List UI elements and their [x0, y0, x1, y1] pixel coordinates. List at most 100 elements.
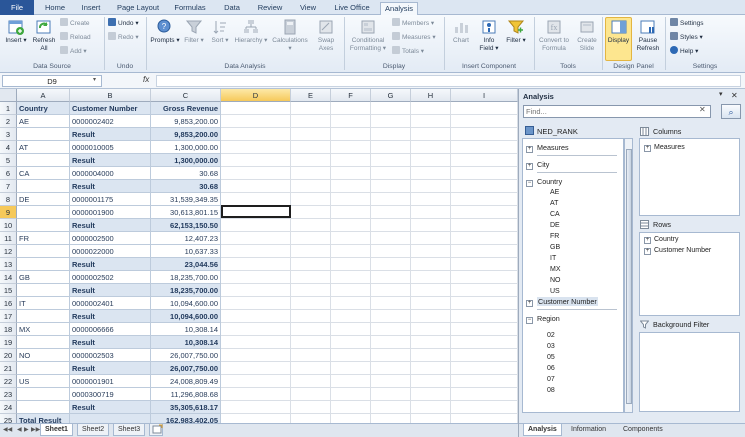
hierarchy-button[interactable]: Hierarchy ▾ [233, 18, 269, 45]
cell-c18[interactable]: 10,308.14 [151, 323, 221, 336]
row-header-25[interactable]: 25 [0, 414, 17, 423]
cell-a1[interactable]: Country [17, 102, 70, 115]
tab-home[interactable]: Home [40, 2, 70, 15]
row-header-2[interactable]: 2 [0, 115, 17, 128]
cell-b2[interactable]: 0000002402 [70, 115, 151, 128]
cell-b5[interactable]: Result [70, 154, 151, 167]
tab-analysis[interactable]: Analysis [380, 2, 418, 15]
cell-c14[interactable]: 18,235,700.00 [151, 271, 221, 284]
row-header-4[interactable]: 4 [0, 141, 17, 154]
styles-button[interactable]: Styles ▾ [670, 32, 703, 42]
row-header-11[interactable]: 11 [0, 232, 17, 245]
filter-component-button[interactable]: Filter ▾ [504, 18, 528, 45]
country-member[interactable]: DE [550, 222, 560, 229]
tree-node-customer-number[interactable]: + Customer Number [526, 297, 598, 307]
country-member[interactable]: FR [550, 233, 559, 240]
sheet-tab-3[interactable]: Sheet3 [113, 424, 146, 436]
panel-tab-components[interactable]: Components [619, 424, 667, 436]
cell-c2[interactable]: 9,853,200.00 [151, 115, 221, 128]
collapse-icon[interactable]: − [526, 317, 533, 324]
panel-close-icon[interactable]: ✕ [731, 91, 738, 100]
panel-tab-information[interactable]: Information [567, 424, 610, 436]
expand-icon[interactable]: + [526, 163, 533, 170]
cell-a4[interactable]: AT [17, 141, 70, 154]
cell-b25[interactable] [70, 414, 151, 423]
members-button[interactable]: Members ▾ [392, 18, 434, 28]
cell-a24[interactable] [17, 401, 70, 414]
cell-c11[interactable]: 12,407.23 [151, 232, 221, 245]
settings-button[interactable]: Settings [670, 18, 704, 28]
region-member[interactable]: 06 [547, 365, 555, 372]
cell-c10[interactable]: 62,153,150.50 [151, 219, 221, 232]
create-button[interactable]: Create [60, 18, 90, 28]
tree-node-region[interactable]: − Region [526, 314, 560, 324]
column-header-e[interactable]: E [291, 89, 331, 102]
cell-b18[interactable]: 0000006666 [70, 323, 151, 336]
country-member[interactable]: CA [550, 211, 560, 218]
region-member[interactable]: 07 [547, 376, 555, 383]
cell-a17[interactable] [17, 310, 70, 323]
cell-c1[interactable]: Gross Revenue [151, 102, 221, 115]
swap-axes-button[interactable]: Swap Axes [311, 18, 341, 52]
prompts-button[interactable]: ? Prompts ▾ [150, 18, 180, 45]
sort-button[interactable]: Sort ▾ [208, 18, 232, 45]
field-tree[interactable]: + Measures + City − Country AE AT CA DE FR GB IT M… [522, 138, 624, 413]
region-member[interactable]: 08 [547, 387, 555, 394]
rows-dropzone[interactable]: + Country + Customer Number [639, 232, 740, 316]
cell-c7[interactable]: 30.68 [151, 180, 221, 193]
cell-c23[interactable]: 11,296,808.68 [151, 388, 221, 401]
expand-icon[interactable]: + [526, 300, 533, 307]
tree-node-city[interactable]: + City [526, 160, 549, 170]
cell-c3[interactable]: 9,853,200.00 [151, 128, 221, 141]
region-member[interactable]: 03 [547, 343, 555, 350]
cell-b6[interactable]: 0000004000 [70, 167, 151, 180]
cell-b19[interactable]: Result [70, 336, 151, 349]
tree-node-measures[interactable]: + Measures [526, 143, 569, 153]
row-header-12[interactable]: 12 [0, 245, 17, 258]
next-sheet-icon[interactable]: ▶ [24, 426, 29, 433]
cell-a10[interactable] [17, 219, 70, 232]
row-header-19[interactable]: 19 [0, 336, 17, 349]
cell-a7[interactable] [17, 180, 70, 193]
chart-button[interactable]: Chart [448, 18, 474, 45]
cell-b3[interactable]: Result [70, 128, 151, 141]
cell-c5[interactable]: 1,300,000.00 [151, 154, 221, 167]
cell-a8[interactable]: DE [17, 193, 70, 206]
country-member[interactable]: AT [550, 200, 558, 207]
column-header-b[interactable]: B [70, 89, 151, 102]
cell-b17[interactable]: Result [70, 310, 151, 323]
expand-icon[interactable]: + [644, 237, 651, 244]
cell-a9[interactable] [17, 206, 70, 219]
cell-a6[interactable]: CA [17, 167, 70, 180]
cell-a15[interactable] [17, 284, 70, 297]
tab-page-layout[interactable]: Page Layout [113, 2, 163, 15]
cell-c16[interactable]: 10,094,600.00 [151, 297, 221, 310]
cell-b1[interactable]: Customer Number [70, 102, 151, 115]
country-member[interactable]: NO [550, 277, 561, 284]
pause-refresh-button[interactable]: Pause Refresh [633, 18, 663, 52]
totals-button[interactable]: Totals ▾ [392, 46, 424, 56]
name-box-dropdown-icon[interactable]: ▾ [93, 76, 96, 83]
cell-c25[interactable]: 162,983,402.05 [151, 414, 221, 423]
sheet-tab-2[interactable]: Sheet2 [77, 424, 110, 436]
find-input[interactable] [523, 105, 711, 118]
expand-icon[interactable]: + [644, 248, 651, 255]
cell-b13[interactable]: Result [70, 258, 151, 271]
region-member[interactable]: 02 [547, 332, 555, 339]
row-header-10[interactable]: 10 [0, 219, 17, 232]
row-header-20[interactable]: 20 [0, 349, 17, 362]
tab-live-office[interactable]: Live Office [330, 2, 374, 15]
cell-b10[interactable]: Result [70, 219, 151, 232]
cell-c9[interactable]: 30,613,801.15 [151, 206, 221, 219]
column-header-i[interactable]: I [451, 89, 518, 102]
cell-a25[interactable]: Total Result [17, 414, 70, 423]
insert-button[interactable]: Insert ▾ [3, 18, 29, 45]
cell-a14[interactable]: GB [17, 271, 70, 284]
country-member[interactable]: GB [550, 244, 560, 251]
refresh-all-button[interactable]: Refresh All [30, 18, 58, 52]
row-header-23[interactable]: 23 [0, 388, 17, 401]
convert-to-formula-button[interactable]: fx Convert to Formula [536, 18, 572, 52]
row-header-1[interactable]: 1 [0, 102, 17, 115]
cell-c4[interactable]: 1,300,000.00 [151, 141, 221, 154]
column-header-c[interactable]: C [151, 89, 221, 102]
